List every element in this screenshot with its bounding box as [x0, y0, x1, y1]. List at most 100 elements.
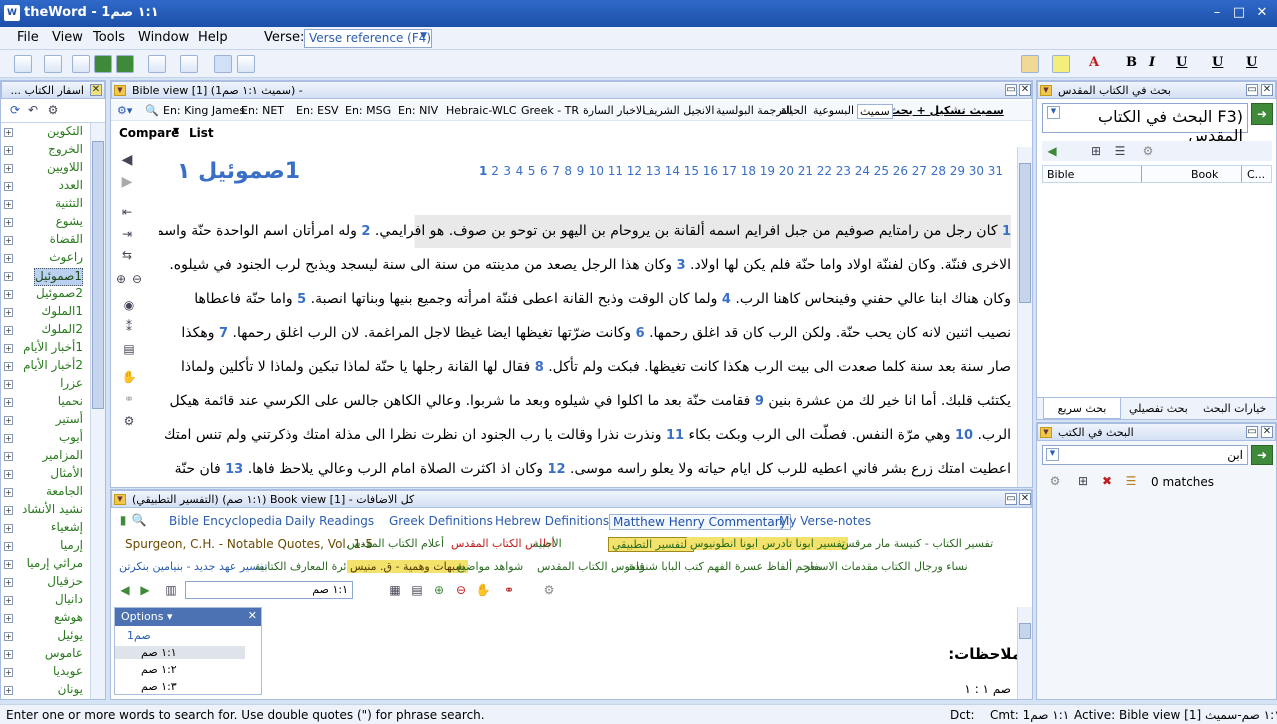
module-tab[interactable]: Matthew Henry Commentary [609, 514, 791, 530]
back-icon[interactable]: ◀ [1044, 143, 1060, 159]
chapter-link[interactable]: 31 [988, 164, 1003, 178]
close-icon[interactable]: ✕ [90, 84, 102, 96]
expand-icon[interactable]: + [4, 236, 13, 245]
book-icon[interactable]: ▥ [163, 582, 179, 598]
book-item[interactable]: يوئيل [57, 628, 83, 646]
expand-icon[interactable]: + [4, 200, 13, 209]
verse-number[interactable]: 11 [666, 428, 684, 443]
translation-tab[interactable]: En: MSG [345, 104, 391, 117]
scroll-thumb[interactable] [1019, 623, 1031, 639]
verse-number[interactable]: 10 [955, 428, 973, 443]
column-c[interactable]: C... [1247, 168, 1265, 181]
options-header[interactable]: Options ▾ ✕ [115, 608, 261, 626]
verse-number[interactable]: 9 [755, 394, 764, 409]
book-item[interactable]: عوبديا [53, 664, 83, 682]
translation-tab[interactable]: En: ESV [296, 104, 339, 117]
chevron-down-icon[interactable]: ▼ [1046, 448, 1059, 461]
chapter-link[interactable]: 27 [912, 164, 927, 178]
book-item[interactable]: التثنية [55, 196, 83, 214]
translation-tab[interactable]: En: NIV [398, 104, 438, 117]
module-tab[interactable]: كتب البابا شنودة [629, 560, 704, 573]
chapter-link[interactable]: 2 [491, 164, 499, 178]
chevron-down-icon[interactable]: ▼ [420, 31, 427, 41]
module-tab[interactable]: نساء ورجال الكتاب [881, 560, 968, 573]
sync-icon[interactable] [214, 55, 232, 73]
books-icon[interactable]: ▮ [115, 512, 131, 528]
tools-icon[interactable]: ▤ [409, 582, 425, 598]
chapter-link[interactable]: 25 [874, 164, 889, 178]
close-icon[interactable]: ✕ [1019, 84, 1031, 96]
tree-icon[interactable] [72, 55, 90, 73]
hand-icon[interactable]: ✋ [475, 582, 491, 598]
chapter-link[interactable]: 18 [741, 164, 756, 178]
expand-icon[interactable]: + [4, 398, 13, 407]
expand-icon[interactable]: + [4, 416, 13, 425]
book-item[interactable]: 2أخبار الأيام [23, 358, 83, 376]
underline3-icon[interactable]: U [1246, 55, 1257, 70]
module-tab[interactable]: شواهد مواضيع [457, 560, 523, 573]
module-tab[interactable]: Hebrew Definitions [495, 514, 609, 528]
expand-icon[interactable]: + [4, 344, 13, 353]
chapter-link[interactable]: 1 [479, 164, 487, 178]
reference-input[interactable]: ١:١ صم [185, 581, 353, 599]
chapter-link[interactable]: 20 [779, 164, 794, 178]
chapter-link[interactable]: 11 [608, 164, 623, 178]
expand-icon[interactable]: + [4, 308, 13, 317]
italic-icon[interactable]: I [1149, 55, 1155, 70]
module-tab[interactable]: My Verse-notes [779, 514, 871, 528]
expand-icon[interactable]: + [4, 434, 13, 443]
book-green-icon[interactable] [94, 55, 112, 73]
settings-icon[interactable]: ⚙ [1047, 473, 1063, 489]
verse-number[interactable]: 4 [722, 292, 731, 307]
zoom-in-icon[interactable]: ⊕ [113, 271, 129, 287]
scroll-thumb[interactable] [1019, 163, 1031, 303]
verse-number[interactable]: 3 [677, 258, 686, 273]
chapter-link[interactable]: 30 [969, 164, 984, 178]
tab-quick-search[interactable]: بحث سريع [1043, 398, 1121, 419]
book-item[interactable]: نحميا [58, 394, 83, 412]
book-item[interactable]: 2صموئيل [36, 286, 83, 304]
expand-icon[interactable]: + [4, 542, 13, 551]
expand-icon[interactable]: + [4, 452, 13, 461]
chapter-link[interactable]: 9 [577, 164, 585, 178]
expand-icon[interactable]: + [4, 650, 13, 659]
book-item[interactable]: راعوث [49, 250, 83, 268]
expand-icon[interactable]: + [4, 128, 13, 137]
verse-reference-input[interactable]: Verse reference (F4) ▼ [304, 29, 432, 48]
translation-tab[interactable]: Hebraic-WLC [446, 104, 517, 117]
book-picker[interactable]: ▮ 🔍 [115, 512, 147, 530]
search-icon[interactable]: 🔍 [131, 512, 147, 528]
chapter-link[interactable]: 8 [564, 164, 572, 178]
module-tab[interactable]: دائرة المعارف الكتابية [255, 560, 354, 573]
back-icon[interactable]: ◀ [117, 582, 133, 598]
column-bible[interactable]: Bible [1047, 168, 1074, 181]
close-icon[interactable]: ✕ [1254, 5, 1270, 21]
highlight-icon[interactable] [1052, 55, 1070, 73]
tab-search-options[interactable]: خيارات البحث [1203, 402, 1266, 415]
module-tab[interactable]: الأجبية [533, 537, 562, 550]
verse-number[interactable]: 2 [361, 224, 370, 239]
expand-icon[interactable]: + [4, 686, 13, 695]
module-tab[interactable]: أعلام الكتاب المقدس [347, 537, 444, 550]
book-item[interactable]: 1أخبار الأيام [23, 340, 83, 358]
book-item[interactable]: عزرا [60, 376, 83, 394]
chapter-link[interactable]: 28 [931, 164, 946, 178]
underline2-icon[interactable]: U [1212, 55, 1223, 70]
expand-icon[interactable]: + [4, 524, 13, 533]
module-tab[interactable]: مقدمات الاسفار [805, 560, 878, 573]
book-item[interactable]: 2الملوك [41, 322, 83, 340]
translation-tab[interactable]: الاخبار السارة [583, 104, 645, 117]
app-icon[interactable]: W [4, 5, 20, 21]
compare-button[interactable]: Compare [119, 126, 179, 140]
tree-item[interactable]: ١:٢ صم [141, 663, 177, 676]
expand-icon[interactable]: + [4, 560, 13, 569]
chapter-link[interactable]: 14 [665, 164, 680, 178]
verse-number[interactable]: 5 [297, 292, 306, 307]
chapter-link[interactable]: 17 [722, 164, 737, 178]
module-tab[interactable]: تفسير الكتاب - كنيسة مار مرقس [841, 537, 993, 550]
book-item[interactable]: المزامير [42, 448, 83, 466]
book-item[interactable]: أستير [56, 412, 83, 430]
book-item[interactable]: أيوب [59, 430, 83, 448]
chapter-link[interactable]: 10 [589, 164, 604, 178]
translation-tab[interactable]: الانجيل الشريف [643, 104, 714, 117]
